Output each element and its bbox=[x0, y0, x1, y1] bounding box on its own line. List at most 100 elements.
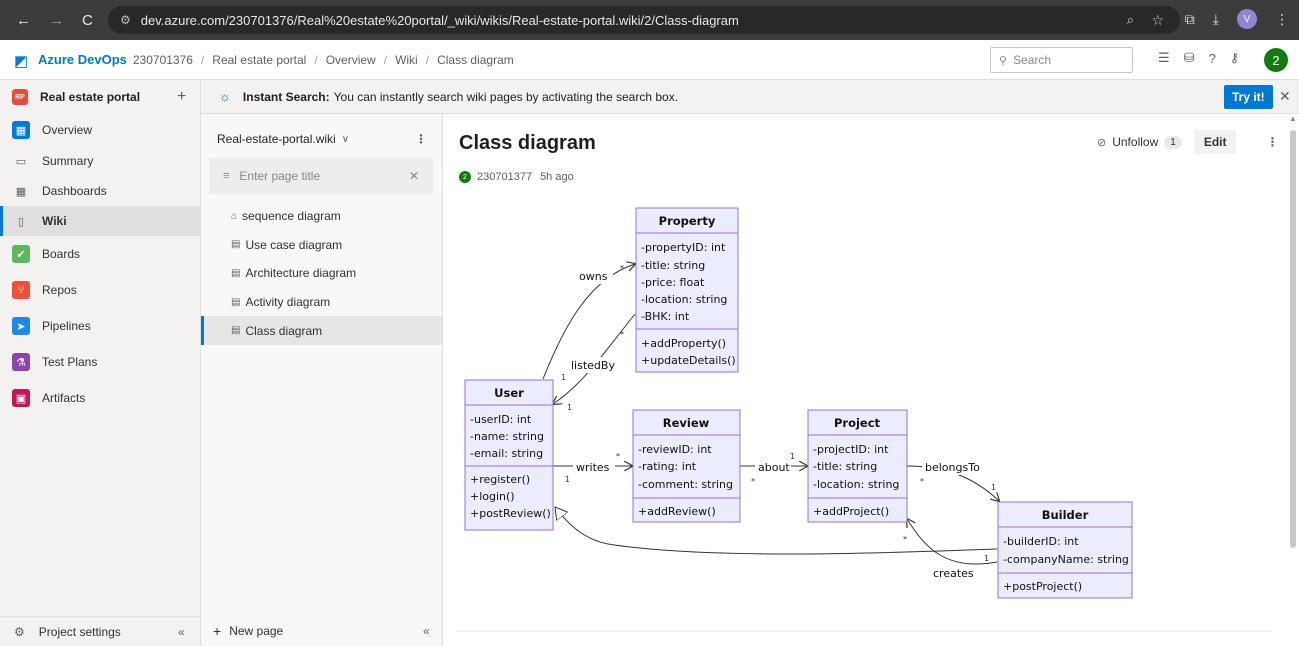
add-icon[interactable]: + bbox=[177, 88, 186, 106]
scroll-up-icon[interactable]: ▲ bbox=[1289, 114, 1297, 123]
header-actions: ☰ ⛁ ? ⚷ bbox=[1158, 50, 1239, 66]
svg-text:-BHK: int: -BHK: int bbox=[641, 310, 690, 323]
tree-item-class-diagram[interactable]: ▤ Class diagram bbox=[201, 316, 442, 345]
breadcrumb-page[interactable]: Class diagram bbox=[437, 53, 514, 67]
forward-icon[interactable]: → bbox=[49, 12, 64, 29]
class-user: User -userID: int -name: string -email: … bbox=[464, 379, 554, 531]
page-tree: ⌂ sequence diagram ▤ Use case diagram ▤ … bbox=[201, 202, 442, 345]
sidebar-item-boards[interactable]: ✔ Boards bbox=[0, 236, 200, 272]
address-bar[interactable]: ⚙ dev.azure.com/230701376/Real%20estate%… bbox=[108, 6, 1180, 34]
try-it-button[interactable]: Try it! bbox=[1224, 85, 1273, 109]
sidebar-item-wiki[interactable]: ▯ Wiki bbox=[0, 206, 200, 236]
azure-devops-logo-icon[interactable]: ◩ bbox=[14, 52, 30, 70]
reload-icon[interactable]: C bbox=[82, 12, 93, 29]
breadcrumb-wiki[interactable]: Wiki bbox=[395, 53, 418, 67]
project-selector[interactable]: RP Real estate portal + bbox=[0, 80, 200, 114]
brand-link[interactable]: Azure DevOps bbox=[38, 52, 127, 67]
multiplicity: * bbox=[903, 535, 907, 544]
sidebar-item-overview[interactable]: ▦ Overview bbox=[0, 114, 200, 146]
multiplicity: 1 bbox=[984, 554, 989, 563]
wiki-name: Real-estate-portal.wiki bbox=[217, 132, 336, 146]
lightbulb-icon: ☼ bbox=[219, 89, 231, 104]
page-icon: ▤ bbox=[231, 325, 241, 337]
project-name: Real estate portal bbox=[40, 90, 141, 104]
site-settings-icon[interactable]: ⚙ bbox=[120, 13, 131, 27]
bookmark-star-icon[interactable]: ☆ bbox=[1151, 12, 1164, 29]
svg-text:+addReview(): +addReview() bbox=[638, 505, 716, 518]
multiplicity: 1 bbox=[567, 403, 572, 412]
repos-icon: ⑂ bbox=[12, 281, 30, 299]
multiplicity: * bbox=[620, 264, 624, 273]
svg-text:+postReview(): +postReview() bbox=[470, 507, 551, 520]
relation-belongsto-label: belongsTo bbox=[925, 461, 980, 474]
profile-avatar[interactable]: V bbox=[1237, 9, 1257, 29]
multiplicity: 1 bbox=[991, 483, 996, 492]
class-name: Project bbox=[834, 416, 881, 430]
user-settings-icon[interactable]: ⚷ bbox=[1230, 50, 1240, 66]
filter-placeholder: Enter page title bbox=[239, 169, 321, 183]
artifacts-icon: ▣ bbox=[12, 389, 30, 407]
multiplicity: * bbox=[751, 477, 755, 486]
wiki-page-content: Class diagram 2 230701377 5h ago ⊘ Unfol… bbox=[443, 114, 1299, 646]
relation-about-label: about bbox=[758, 461, 790, 474]
clear-filter-icon[interactable]: ✕ bbox=[409, 169, 419, 183]
tree-item-architecture-diagram[interactable]: ▤ Architecture diagram bbox=[201, 259, 442, 288]
marketplace-icon[interactable]: ⛁ bbox=[1184, 50, 1195, 66]
scrollbar[interactable]: ▲ bbox=[1289, 114, 1297, 558]
new-page-button[interactable]: + New page « bbox=[201, 616, 442, 646]
download-icon[interactable]: ⤓ bbox=[1213, 11, 1219, 28]
multiplicity: * bbox=[620, 330, 624, 339]
sidebar-item-pipelines[interactable]: ➤ Pipelines bbox=[0, 308, 200, 344]
banner-text: You can instantly search wiki pages by a… bbox=[333, 89, 679, 104]
more-options-icon[interactable]: ⋮ bbox=[415, 132, 427, 146]
sidebar-item-dashboards[interactable]: ▦ Dashboards bbox=[0, 176, 200, 206]
sidebar-item-summary[interactable]: ▭ Summary bbox=[0, 146, 200, 176]
scrollbar-thumb[interactable] bbox=[1290, 130, 1296, 548]
class-name: Review bbox=[663, 416, 710, 430]
class-diagram: owns listedBy writes about belongsTo cre… bbox=[464, 207, 1133, 599]
gear-icon: ⚙ bbox=[14, 624, 25, 639]
help-icon[interactable]: ? bbox=[1209, 51, 1216, 66]
wiki-selector[interactable]: Real-estate-portal.wiki ∨ ⋮ bbox=[201, 114, 442, 164]
class-property: Property -propertyID: int -title: string… bbox=[635, 207, 739, 373]
summary-icon: ▭ bbox=[15, 155, 27, 168]
back-icon[interactable]: ← bbox=[16, 12, 31, 29]
search-input[interactable]: ⚲ Search bbox=[990, 47, 1133, 73]
svg-text:-projectID: int: -projectID: int bbox=[813, 443, 889, 456]
svg-text:-email: string: -email: string bbox=[470, 447, 543, 460]
search-placeholder: Search bbox=[1013, 53, 1052, 67]
banner-title: Instant Search: bbox=[242, 89, 330, 104]
svg-text:-reviewID: int: -reviewID: int bbox=[638, 443, 712, 456]
close-icon[interactable]: ✕ bbox=[1279, 88, 1291, 105]
sidebar-item-test-plans[interactable]: ⚗ Test Plans bbox=[0, 344, 200, 380]
breadcrumb-org[interactable]: 230701376 bbox=[133, 53, 193, 67]
multiplicity: 1 bbox=[790, 452, 795, 461]
collapse-tree-icon[interactable]: « bbox=[423, 624, 430, 638]
tree-item-use-case-diagram[interactable]: ▤ Use case diagram bbox=[201, 231, 442, 260]
sidebar-item-repos[interactable]: ⑂ Repos bbox=[0, 272, 200, 308]
sidebar-item-artifacts[interactable]: ▣ Artifacts bbox=[0, 380, 200, 416]
breadcrumb-project[interactable]: Real estate portal bbox=[212, 53, 306, 67]
svg-text:-userID: int: -userID: int bbox=[470, 413, 532, 426]
extensions-icon[interactable]: ⧉ bbox=[1185, 11, 1195, 28]
page-filter-input[interactable]: ≡ Enter page title ✕ bbox=[209, 158, 433, 194]
breadcrumb-overview[interactable]: Overview bbox=[326, 53, 376, 67]
browser-menu-icon[interactable]: ⋮ bbox=[1275, 11, 1289, 28]
collapse-sidebar-icon[interactable]: « bbox=[178, 625, 185, 639]
relation-listedby-label: listedBy bbox=[571, 359, 615, 372]
tree-item-sequence-diagram[interactable]: ⌂ sequence diagram bbox=[201, 202, 442, 231]
wiki-tree-panel: Real-estate-portal.wiki ∨ ⋮ ≡ Enter page… bbox=[201, 114, 443, 646]
tree-item-activity-diagram[interactable]: ▤ Activity diagram bbox=[201, 288, 442, 317]
project-settings-link[interactable]: ⚙ Project settings « bbox=[0, 616, 200, 646]
svg-text:+addProperty(): +addProperty() bbox=[641, 337, 726, 350]
checklist-icon[interactable]: ☰ bbox=[1158, 50, 1170, 66]
class-name: User bbox=[494, 386, 524, 400]
boards-icon: ✔ bbox=[12, 245, 30, 263]
zoom-icon[interactable]: ⌕ bbox=[1127, 12, 1134, 28]
url-text: dev.azure.com/230701376/Real%20estate%20… bbox=[140, 12, 739, 28]
page-icon: ▤ bbox=[231, 267, 241, 279]
browser-toolbar: ← → C ⚙ dev.azure.com/230701376/Real%20e… bbox=[0, 0, 1299, 40]
pipelines-icon: ➤ bbox=[12, 317, 30, 335]
user-avatar[interactable]: 2 bbox=[1264, 48, 1288, 72]
relation-writes-label: writes bbox=[576, 461, 610, 474]
